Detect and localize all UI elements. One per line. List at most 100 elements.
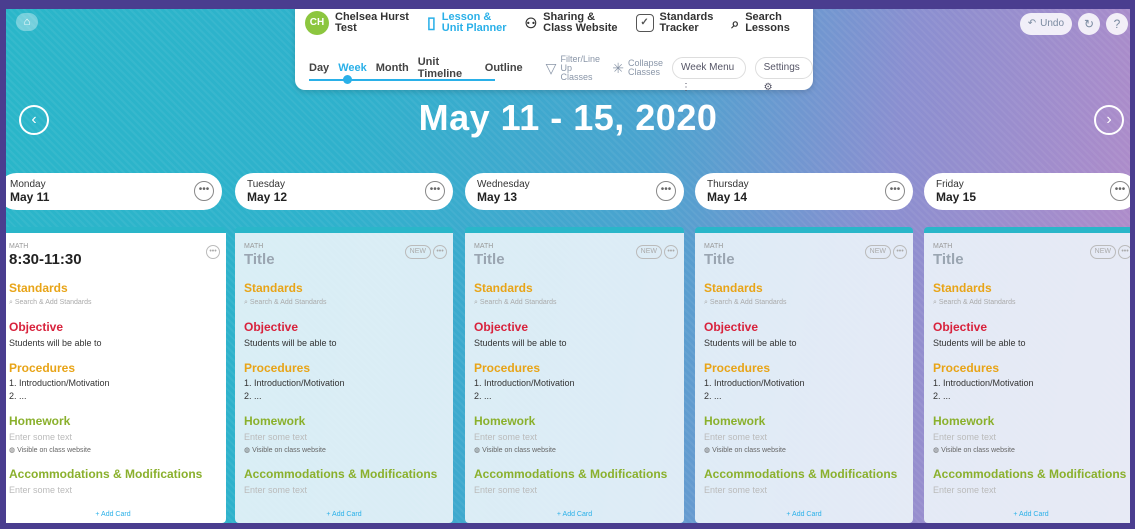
accommodations-input[interactable]: Enter some text — [933, 485, 1128, 495]
refresh-icon[interactable]: ↻ — [1078, 13, 1100, 35]
card-more-icon[interactable]: ••• — [664, 245, 678, 259]
standards-tracker-tab[interactable]: ✓ Standards Tracker — [635, 12, 713, 34]
lesson-planner-tab[interactable]: ▯ Lesson & Unit Planner — [427, 12, 507, 34]
procedures-heading: Procedures — [474, 361, 541, 375]
procedure-line[interactable]: 1. Introduction/Motivation — [933, 378, 1128, 388]
undo-button[interactable]: ↶ Undo — [1019, 13, 1072, 35]
objective-text[interactable]: Students will be able to — [474, 338, 674, 348]
procedure-line[interactable]: 2. ... — [9, 391, 216, 401]
avatar: CH — [305, 11, 329, 35]
new-chip[interactable]: NEW — [864, 245, 891, 259]
check-icon: ✓ — [635, 14, 654, 32]
accommodations-input[interactable]: Enter some text — [9, 485, 216, 495]
card-more-icon[interactable]: ••• — [1118, 245, 1130, 259]
card-more-icon[interactable]: ••• — [893, 245, 907, 259]
add-card-button[interactable]: + Add Card — [695, 511, 913, 518]
objective-text[interactable]: Students will be able to — [933, 338, 1128, 348]
visible-label: Visible on class website — [252, 447, 326, 454]
objective-text[interactable]: Students will be able to — [244, 338, 443, 348]
procedures-heading: Procedures — [244, 361, 311, 375]
new-chip[interactable]: NEW — [635, 245, 662, 259]
more-icon[interactable]: ••• — [1110, 181, 1130, 201]
procedure-line[interactable]: 2. ... — [704, 391, 903, 401]
procedure-line[interactable]: 1. Introduction/Motivation — [244, 378, 443, 388]
objective-heading: Objective — [244, 320, 299, 334]
accommodations-input[interactable]: Enter some text — [244, 485, 443, 495]
homework-heading: Homework — [933, 414, 995, 428]
home-icon[interactable]: ⌂ — [16, 13, 38, 31]
lesson-card-friday[interactable]: MATH Title NEW ••• Standards ⌕ Search & … — [924, 227, 1130, 523]
view-day[interactable]: Day — [309, 62, 329, 74]
drag-handle-icon: ⋮ — [681, 82, 692, 93]
lesson-card-thursday[interactable]: MATH Title NEW ••• Standards ⌕ Search & … — [695, 227, 913, 523]
procedure-line[interactable]: 2. ... — [474, 391, 674, 401]
homework-input[interactable]: Enter some text — [474, 432, 674, 442]
sharing-label-2: Class Website — [543, 22, 618, 34]
search-icon: ⌕ — [731, 14, 740, 31]
search-standards-link[interactable]: ⌕ Search & Add Standards — [9, 299, 216, 307]
homework-heading: Homework — [704, 414, 766, 428]
more-icon[interactable]: ••• — [425, 181, 445, 201]
collapse-classes-button[interactable]: ✳ Collapse Classes — [612, 59, 663, 77]
view-slider-handle[interactable] — [343, 75, 352, 84]
search-standards-link[interactable]: ⌕ Search & Add Standards — [474, 299, 674, 307]
homework-heading: Homework — [9, 414, 71, 428]
view-outline[interactable]: Outline — [485, 62, 523, 74]
user-menu[interactable]: CH Chelsea Hurst Test — [305, 11, 409, 35]
filter-label-1: Filter/Line Up — [560, 53, 600, 73]
day-date: May 14 — [707, 190, 748, 204]
settings-button[interactable]: Settings ⚙ — [754, 57, 813, 93]
day-date: May 12 — [247, 190, 288, 204]
accommodations-input[interactable]: Enter some text — [474, 485, 674, 495]
day-header-wednesday: Wednesday May 13 ••• — [465, 173, 684, 210]
lesson-card-wednesday[interactable]: MATH Title NEW ••• Standards ⌕ Search & … — [465, 227, 684, 523]
more-icon[interactable]: ••• — [885, 181, 905, 201]
homework-heading: Homework — [244, 414, 306, 428]
add-card-button[interactable]: + Add Card — [465, 511, 684, 518]
objective-text[interactable]: Students will be able to — [704, 338, 903, 348]
view-unit-timeline[interactable]: Unit Timeline — [418, 56, 476, 80]
card-more-icon[interactable]: ••• — [433, 245, 447, 259]
visible-toggle[interactable]: ◍ Visible on class website — [244, 446, 443, 454]
procedure-line[interactable]: 1. Introduction/Motivation — [9, 378, 216, 388]
day-header-monday: Monday May 11 ••• — [6, 173, 222, 210]
homework-input[interactable]: Enter some text — [244, 432, 443, 442]
view-week[interactable]: Week — [338, 62, 367, 74]
visible-toggle[interactable]: ◍ Visible on class website — [933, 446, 1128, 454]
sharing-tab[interactable]: ⚇ Sharing & Class Website — [525, 12, 618, 34]
accommodations-input[interactable]: Enter some text — [704, 485, 903, 495]
homework-input[interactable]: Enter some text — [933, 432, 1128, 442]
lesson-card-monday[interactable]: MATH 8:30-11:30 ••• Standards ⌕ Search &… — [6, 227, 226, 523]
day-name: Thursday — [707, 179, 749, 190]
add-card-button[interactable]: + Add Card — [235, 511, 453, 518]
more-icon[interactable]: ••• — [656, 181, 676, 201]
procedure-line[interactable]: 1. Introduction/Motivation — [704, 378, 903, 388]
lesson-title[interactable]: 8:30-11:30 — [9, 251, 216, 268]
add-card-button[interactable]: + Add Card — [924, 511, 1130, 518]
help-icon[interactable]: ? — [1106, 13, 1128, 35]
filter-classes-button[interactable]: ▽ Filter/Line Up Classes — [546, 53, 604, 82]
week-menu-button[interactable]: Week Menu ⋮ — [672, 57, 746, 93]
view-month[interactable]: Month — [376, 62, 409, 74]
procedure-line[interactable]: 2. ... — [244, 391, 443, 401]
procedure-line[interactable]: 1. Introduction/Motivation — [474, 378, 674, 388]
top-right-controls: ↶ Undo ↻ ? — [1019, 13, 1128, 35]
new-chip[interactable]: NEW — [404, 245, 431, 259]
homework-input[interactable]: Enter some text — [9, 432, 216, 442]
search-standards-link[interactable]: ⌕ Search & Add Standards — [933, 299, 1128, 307]
new-chip[interactable]: NEW — [1089, 245, 1116, 259]
procedures-heading: Procedures — [933, 361, 1000, 375]
card-more-icon[interactable]: ••• — [206, 245, 220, 259]
search-lessons-tab[interactable]: ⌕ Search Lessons — [731, 12, 789, 34]
more-icon[interactable]: ••• — [194, 181, 214, 201]
procedure-line[interactable]: 2. ... — [933, 391, 1128, 401]
add-card-button[interactable]: + Add Card — [6, 511, 226, 518]
homework-input[interactable]: Enter some text — [704, 432, 903, 442]
lesson-card-tuesday[interactable]: MATH Title NEW ••• Standards ⌕ Search & … — [235, 227, 453, 523]
objective-text[interactable]: Students will be able to — [9, 338, 216, 348]
visible-toggle[interactable]: ◍ Visible on class website — [474, 446, 674, 454]
search-standards-link[interactable]: ⌕ Search & Add Standards — [704, 299, 903, 307]
visible-toggle[interactable]: ◍ Visible on class website — [9, 446, 216, 454]
search-standards-link[interactable]: ⌕ Search & Add Standards — [244, 299, 443, 307]
visible-toggle[interactable]: ◍ Visible on class website — [704, 446, 903, 454]
